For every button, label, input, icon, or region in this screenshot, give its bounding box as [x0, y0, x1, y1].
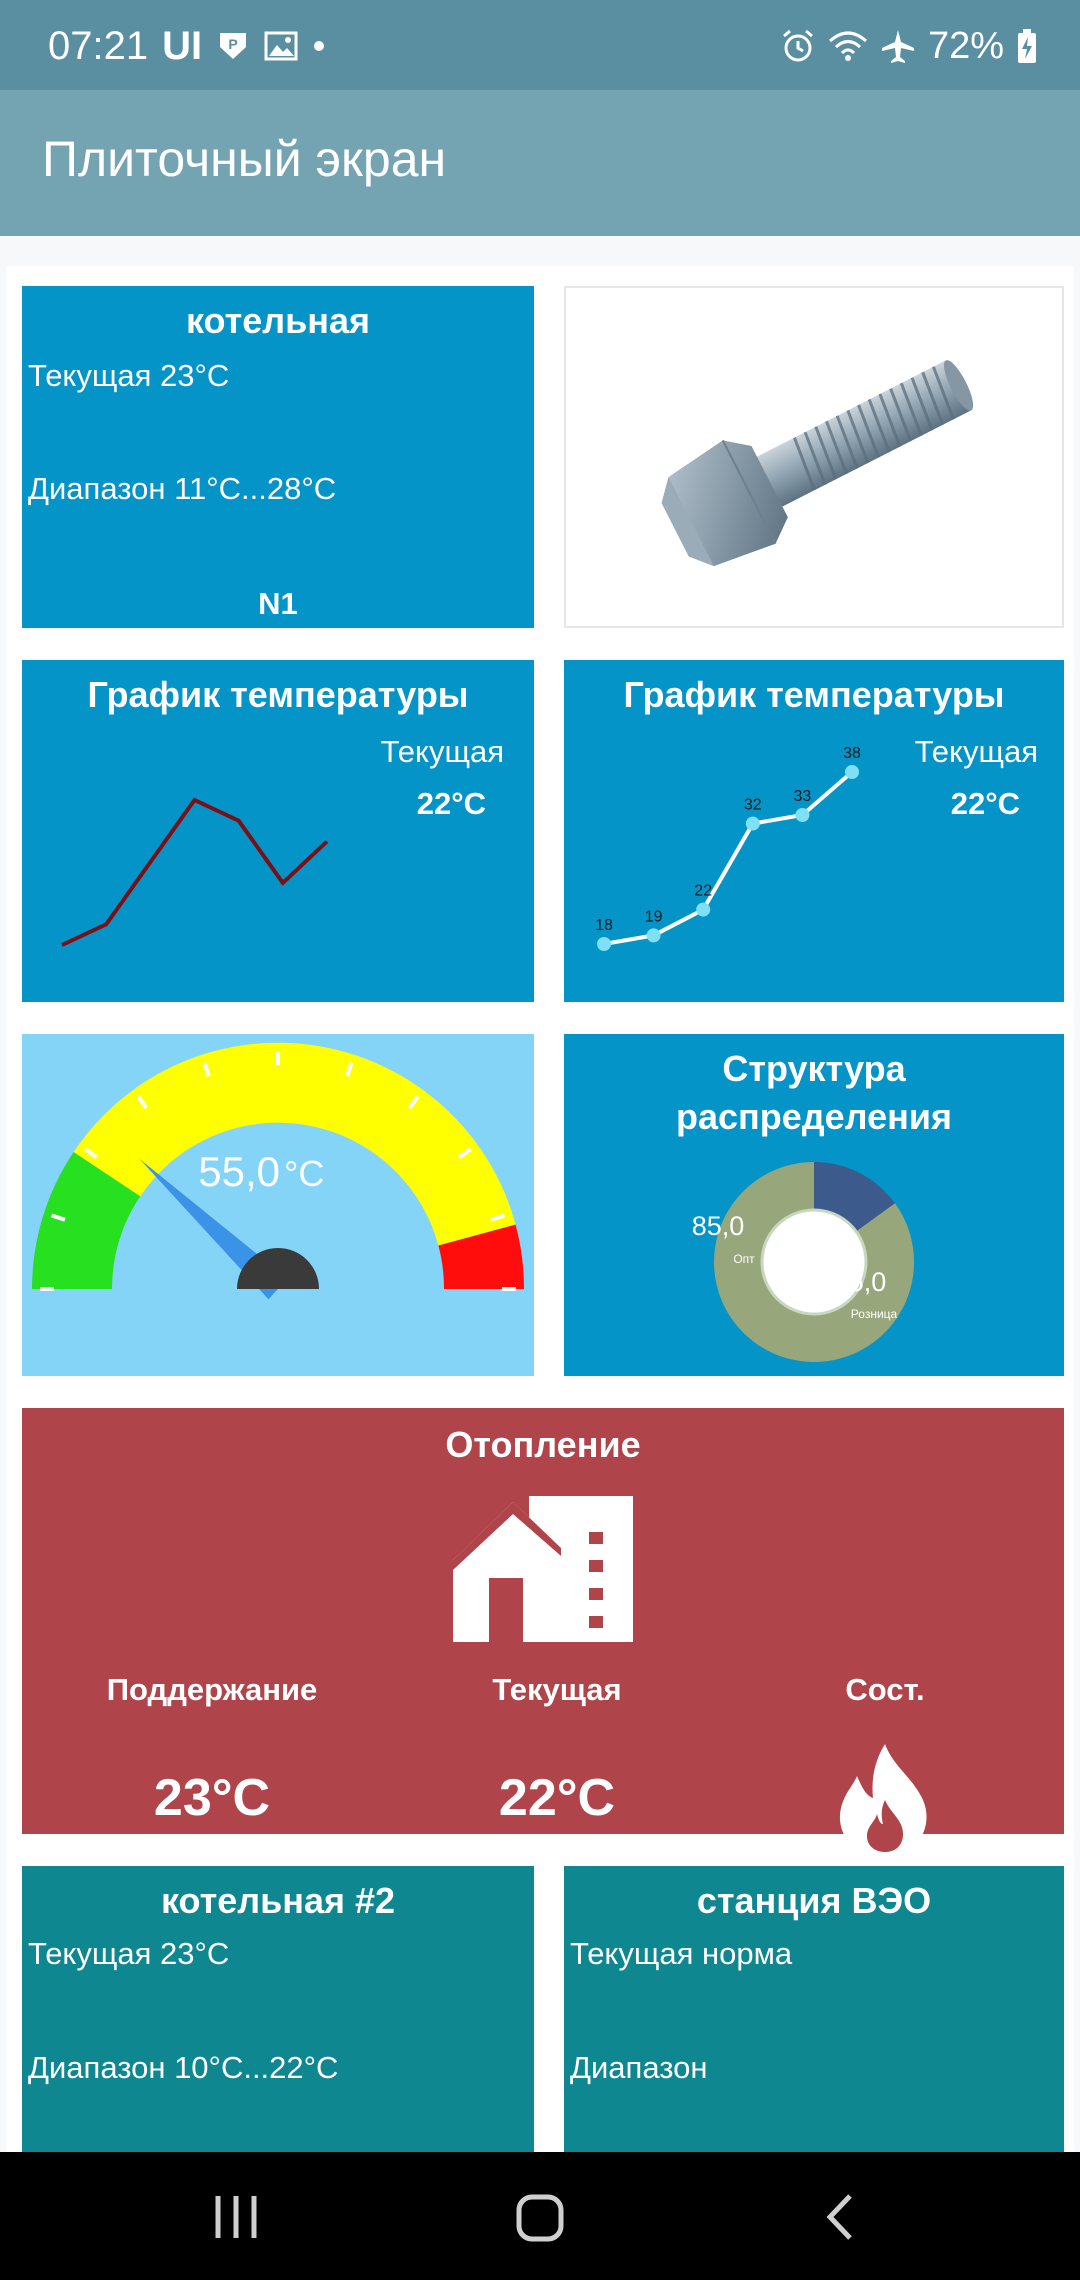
data-label: 38 — [843, 745, 861, 762]
line-chart — [61, 797, 329, 947]
tile-title: котельная — [185, 300, 371, 341]
battery-charging-icon — [1018, 29, 1036, 63]
current-value: 22°C — [498, 1769, 616, 1827]
dot-icon — [314, 41, 325, 51]
data-label: 33 — [794, 788, 812, 805]
current-label: Текущая — [492, 1672, 622, 1707]
gauge-yellow-zone — [73, 1042, 516, 1246]
state-label: Сост. — [845, 1672, 925, 1707]
slice-label-wholesale-value: 85,0 — [692, 1211, 745, 1241]
setpoint-label: Поддержание — [106, 1672, 318, 1707]
tile-heating[interactable]: Отопление Поддержание 23°C Текущая 22°C … — [22, 1408, 1064, 1858]
alarm-icon — [782, 29, 813, 62]
series-line — [61, 797, 329, 947]
data-label: 22 — [694, 883, 712, 900]
series-line — [603, 770, 854, 946]
data-label: 32 — [744, 797, 762, 814]
temperature-range: Диапазон 10°C...22°C — [28, 2050, 339, 2085]
slice-label-wholesale: Опт — [733, 1252, 755, 1266]
page-title: Плиточный экран — [42, 131, 447, 187]
data-point — [646, 928, 661, 943]
data-label: 18 — [595, 917, 613, 934]
gallery-icon — [264, 31, 298, 61]
data-point — [745, 816, 760, 831]
donut-chart: 85,0 Опт 15,0 Розница — [692, 1162, 914, 1362]
tiles-grid: котельная Текущая 23°C Диапазон 11°C...2… — [6, 266, 1074, 2152]
carrier-label: UI — [162, 23, 203, 68]
setpoint-value: 23°C — [153, 1769, 271, 1827]
tile-title: Отопление — [445, 1424, 641, 1465]
svg-text:P: P — [228, 36, 237, 52]
navigation-bar — [0, 2152, 1080, 2280]
status-bar: 07:21 UI P 72% — [0, 0, 1080, 90]
current-status: Текущая норма — [570, 1936, 793, 1971]
current-temperature: Текущая 23°C — [28, 358, 230, 393]
tile-title: котельная #2 — [160, 1880, 396, 1921]
tile-boiler-1[interactable]: котельная Текущая 23°C Диапазон 11°C...2… — [22, 286, 534, 628]
donut-hole — [760, 1208, 868, 1316]
recent-apps-button[interactable] — [196, 2182, 276, 2252]
tile-temperature-chart-2[interactable]: График температуры Текущая 22°C 18 19 22 32… — [564, 660, 1064, 1002]
battery-percent: 72% — [927, 24, 1004, 67]
range-label: Диапазон — [570, 2050, 708, 2085]
slice-label-retail: Розница — [851, 1307, 898, 1321]
line-chart: 18 19 22 32 33 38 — [595, 745, 861, 951]
flame-icon — [839, 1744, 927, 1858]
bolt-image — [661, 360, 974, 567]
tile-temperature-chart-1[interactable]: График температуры Текущая 22°C — [22, 660, 534, 1002]
gauge: 55,0 °C — [31, 1042, 525, 1300]
tile-image[interactable] — [564, 286, 1064, 628]
back-button[interactable] — [800, 2182, 880, 2252]
data-point — [845, 765, 859, 779]
tile-title: станция ВЭО — [696, 1880, 932, 1921]
temperature-range: Диапазон 11°C...28°C — [28, 471, 337, 506]
gauge-unit: °C — [284, 1153, 324, 1194]
home-button[interactable] — [500, 2182, 580, 2252]
airplane-icon — [881, 30, 914, 63]
current-temperature: Текущая 23°C — [28, 1936, 230, 1971]
data-point — [597, 937, 611, 951]
slice-label-retail-value: 15,0 — [834, 1267, 887, 1297]
tile-distribution[interactable]: Структура распределения 85,0 Опт 15,0 Ро… — [564, 1034, 1064, 1376]
vpn-icon: P — [220, 33, 247, 59]
wifi-icon — [828, 31, 867, 61]
data-label: 19 — [645, 908, 663, 925]
building-icon — [453, 1496, 633, 1642]
tile-footer: N1 — [258, 586, 298, 621]
clock: 07:21 — [48, 23, 149, 68]
app-bar: Плиточный экран — [0, 90, 1080, 236]
tile-gauge[interactable]: 55,0 °C — [22, 1034, 534, 1376]
data-point — [795, 808, 810, 822]
data-point — [696, 902, 711, 917]
gauge-value: 55,0 — [198, 1148, 280, 1195]
tile-station[interactable]: станция ВЭО Текущая норма Диапазон — [564, 1866, 1064, 2152]
tile-boiler-2[interactable]: котельная #2 Текущая 23°C Диапазон 10°C.… — [22, 1866, 534, 2152]
